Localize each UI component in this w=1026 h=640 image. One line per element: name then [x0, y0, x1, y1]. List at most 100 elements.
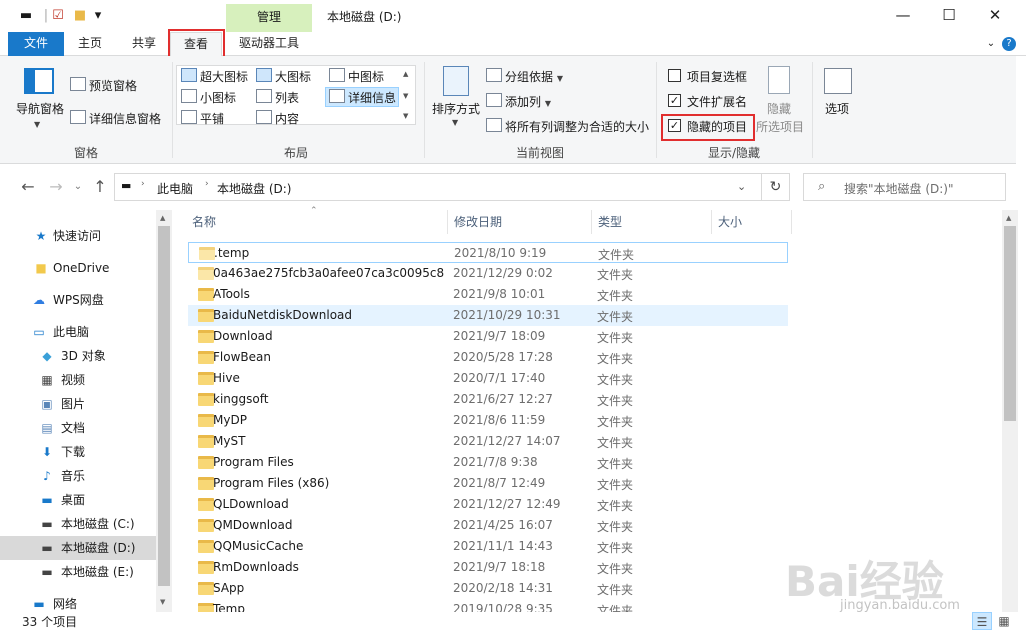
nav-item-drive-e[interactable]: ▬ 本地磁盘 (E:) — [0, 560, 156, 584]
tab-file[interactable]: 文件 — [8, 32, 64, 56]
nav-item-music[interactable]: ♪ 音乐 — [0, 464, 156, 488]
maximize-button[interactable]: ☐ — [926, 0, 972, 32]
recent-locations-button[interactable]: ⌄ — [68, 181, 88, 192]
layout-extra-large-icons[interactable]: 超大图标 — [200, 68, 248, 85]
chevron-down-icon[interactable]: ⌄ — [984, 37, 998, 51]
up-button[interactable]: ↑ — [90, 177, 110, 196]
address-dropdown-icon[interactable]: ⌄ — [737, 180, 746, 193]
refresh-button[interactable]: ↻ — [762, 173, 790, 201]
layout-tiles[interactable]: 平铺 — [200, 110, 224, 127]
manage-context-tab[interactable]: 管理 — [226, 4, 312, 32]
gallery-up-icon[interactable]: ▲ — [403, 70, 408, 78]
preview-pane-icon — [70, 77, 86, 91]
list-item[interactable]: Download 2021/9/7 18:09 文件夹 — [188, 326, 788, 347]
nav-item-documents[interactable]: ▤ 文档 — [0, 416, 156, 440]
column-header-date[interactable]: 修改日期 — [448, 210, 592, 234]
folder-icon — [198, 435, 214, 448]
options-button[interactable]: 选项 — [825, 100, 849, 117]
nav-item-drive-c[interactable]: ▬ 本地磁盘 (C:) — [0, 512, 156, 536]
nav-item-this-pc[interactable]: ▭ 此电脑 — [0, 320, 156, 344]
tab-drive-tools[interactable]: 驱动器工具 — [226, 32, 312, 56]
file-extensions-checkbox[interactable]: ✓ — [668, 94, 681, 107]
column-header-size[interactable]: 大小 — [712, 210, 792, 234]
file-type: 文件夹 — [597, 478, 634, 492]
file-name: Hive — [213, 371, 240, 385]
scroll-up-icon[interactable]: ▲ — [160, 214, 165, 222]
nav-item-quick-access[interactable]: ★ 快速访问 — [0, 224, 156, 248]
group-label-layout: 布局 — [284, 146, 309, 160]
breadcrumb-drive-d[interactable]: 本地磁盘 (D:) — [217, 180, 291, 197]
item-checkboxes-checkbox[interactable] — [668, 69, 681, 82]
nav-item-3d-objects[interactable]: ◆ 3D 对象 — [0, 344, 156, 368]
list-item[interactable]: FlowBean 2020/5/28 17:28 文件夹 — [188, 347, 788, 368]
list-item[interactable]: MyST 2021/12/27 14:07 文件夹 — [188, 431, 788, 452]
download-icon: ⬇ — [41, 445, 53, 459]
nav-item-wps-drive[interactable]: ☁ WPS网盘 — [0, 288, 156, 312]
column-header-type[interactable]: 类型 — [592, 210, 712, 234]
title-bar: ▬ | ☑ ■ ▾ 管理 本地磁盘 (D:) — ☐ ✕ — [0, 0, 1026, 32]
nav-scrollbar-thumb[interactable] — [158, 226, 170, 586]
scroll-down-icon[interactable]: ▼ — [160, 598, 165, 606]
tab-share[interactable]: 共享 — [122, 32, 166, 56]
list-item[interactable]: ATools 2021/9/8 10:01 文件夹 — [188, 284, 788, 305]
nav-item-onedrive[interactable]: ■ OneDrive — [0, 256, 156, 280]
details-icon — [329, 89, 345, 103]
drive-icon[interactable]: ▬ — [18, 8, 34, 24]
minimize-button[interactable]: — — [880, 0, 926, 32]
navigation-pane-button[interactable]: 导航窗格 — [16, 100, 64, 117]
properties-icon[interactable]: ☑ — [50, 8, 66, 24]
nav-item-drive-d[interactable]: ▬ 本地磁盘 (D:) — [0, 536, 156, 560]
list-item[interactable]: Temp 2019/10/28 9:35 文件夹 — [188, 599, 788, 612]
fit-columns-button[interactable]: 将所有列调整为合适的大小 — [505, 118, 649, 135]
nav-item-downloads[interactable]: ⬇ 下载 — [0, 440, 156, 464]
list-item[interactable]: QLDownload 2021/12/27 12:49 文件夹 — [188, 494, 788, 515]
address-bar[interactable]: ▬ › 此电脑 › 本地磁盘 (D:) ⌄ — [114, 173, 762, 201]
nav-item-desktop[interactable]: ▬ 桌面 — [0, 488, 156, 512]
gallery-down-icon[interactable]: ▼ — [403, 92, 408, 100]
breadcrumb-this-pc[interactable]: 此电脑 — [157, 180, 193, 197]
list-item[interactable]: RmDownloads 2021/9/7 18:18 文件夹 — [188, 557, 788, 578]
list-item[interactable]: BaiduNetdiskDownload 2021/10/29 10:31 文件夹 — [188, 305, 788, 326]
hide-selected-label-2: 所选项目 — [756, 120, 805, 134]
details-pane-button[interactable]: 详细信息窗格 — [89, 110, 161, 127]
layout-large-icons[interactable]: 大图标 — [275, 68, 311, 85]
list-item[interactable]: 0a463ae275fcb3a0afee07ca3c0095c8 2021/12/… — [188, 263, 788, 284]
layout-medium-icons[interactable]: 中图标 — [348, 68, 384, 85]
close-button[interactable]: ✕ — [972, 0, 1018, 32]
list-scrollbar-thumb[interactable] — [1004, 226, 1016, 421]
list-item[interactable]: QMDownload 2021/4/25 16:07 文件夹 — [188, 515, 788, 536]
scroll-up-icon[interactable]: ▲ — [1006, 214, 1011, 222]
list-item[interactable]: QQMusicCache 2021/11/1 14:43 文件夹 — [188, 536, 788, 557]
back-button[interactable]: ← — [18, 177, 38, 196]
quick-access-dropdown[interactable]: ▾ — [90, 8, 106, 24]
list-item[interactable]: Program Files (x86) 2021/8/7 12:49 文件夹 — [188, 473, 788, 494]
forward-button[interactable]: → — [46, 177, 66, 196]
preview-pane-button[interactable]: 预览窗格 — [89, 77, 137, 94]
add-columns-button[interactable]: 添加列 ▼ — [505, 93, 551, 110]
nav-item-pictures[interactable]: ▣ 图片 — [0, 392, 156, 416]
layout-list[interactable]: 列表 — [275, 89, 299, 106]
details-view-icon[interactable]: ☰ — [972, 612, 992, 630]
file-modified-date: 2021/8/10 9:19 — [454, 246, 547, 260]
list-item[interactable]: .temp 2021/8/10 9:19 文件夹 — [188, 242, 788, 263]
list-item[interactable]: Hive 2020/7/1 17:40 文件夹 — [188, 368, 788, 389]
list-item[interactable]: SApp 2020/2/18 14:31 文件夹 — [188, 578, 788, 599]
help-icon[interactable]: ? — [1002, 37, 1016, 51]
folder-icon — [198, 498, 214, 511]
layout-details[interactable]: 详细信息 — [348, 89, 396, 106]
list-item[interactable]: kinggsoft 2021/6/27 12:27 文件夹 — [188, 389, 788, 410]
layout-small-icons[interactable]: 小图标 — [200, 89, 236, 106]
list-item[interactable]: MyDP 2021/8/6 11:59 文件夹 — [188, 410, 788, 431]
layout-content[interactable]: 内容 — [275, 110, 299, 127]
group-divider — [656, 62, 657, 158]
new-folder-icon[interactable]: ■ — [72, 8, 88, 24]
gallery-expand-icon[interactable]: ▼ — [403, 112, 408, 120]
file-modified-date: 2020/7/1 17:40 — [453, 371, 546, 385]
nav-item-videos[interactable]: ▦ 视频 — [0, 368, 156, 392]
tab-home[interactable]: 主页 — [70, 32, 110, 56]
nav-item-network[interactable]: ▬ 网络 — [0, 592, 156, 612]
group-by-button[interactable]: 分组依据 ▼ — [505, 68, 563, 85]
large-icons-view-icon[interactable]: ▦ — [994, 612, 1014, 630]
search-input[interactable]: ⌕ 搜索"本地磁盘 (D:)" — [803, 173, 1006, 201]
list-item[interactable]: Program Files 2021/7/8 9:38 文件夹 — [188, 452, 788, 473]
